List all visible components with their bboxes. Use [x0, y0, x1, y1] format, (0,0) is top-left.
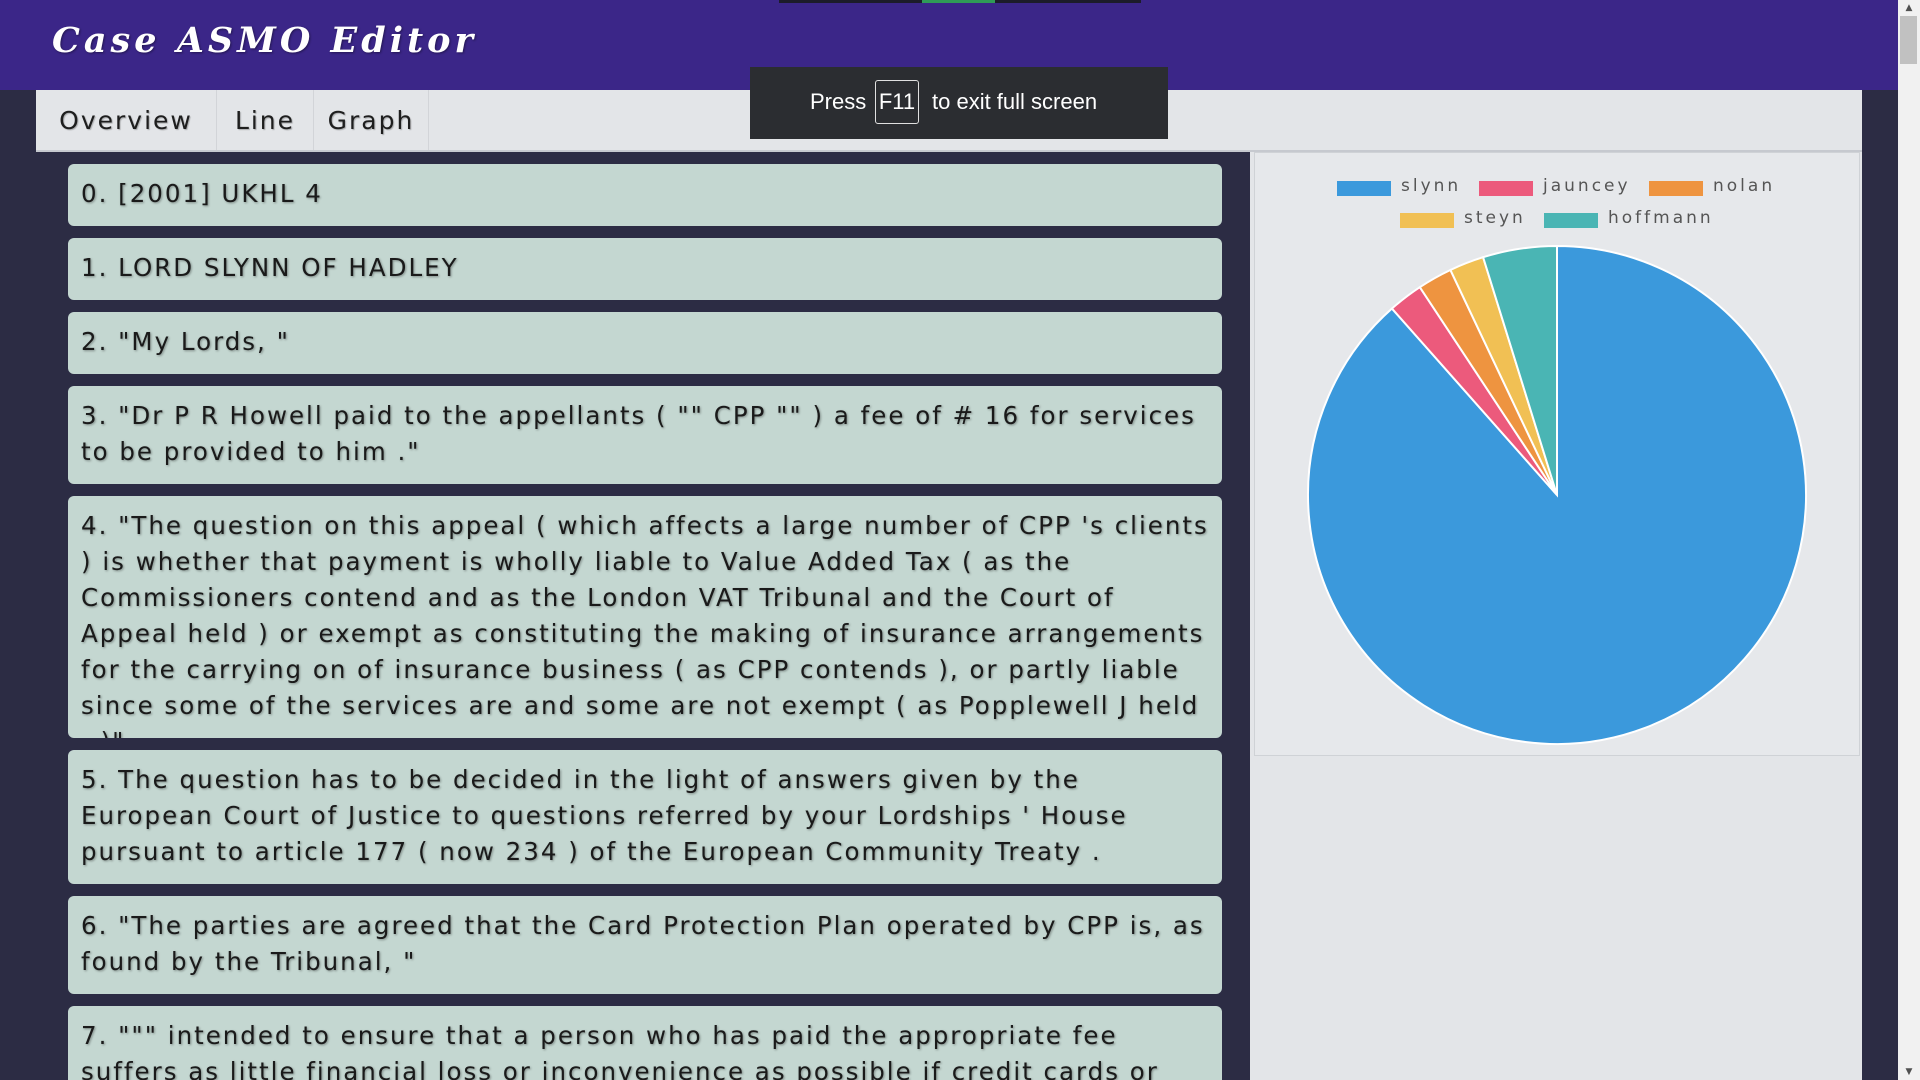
pie-chart	[1307, 244, 1807, 745]
fullscreen-notice-prefix: Press	[810, 89, 867, 114]
main-content: Overview Line Graph 0. [2001] UKHL 4 1. …	[36, 90, 1862, 1080]
scroll-down-arrow-icon[interactable]: ▼	[1898, 1064, 1920, 1080]
line-item[interactable]: 7. """ intended to ensure that a person …	[68, 1006, 1222, 1080]
scroll-thumb[interactable]	[1900, 16, 1917, 64]
line-item[interactable]: 0. [2001] UKHL 4	[68, 164, 1222, 226]
line-item[interactable]: 1. LORD SLYNN OF HADLEY	[68, 238, 1222, 300]
line-item[interactable]: 6. "The parties are agreed that the Card…	[68, 896, 1222, 994]
line-item[interactable]: 3. "Dr P R Howell paid to the appellants…	[68, 386, 1222, 484]
top-indicator-active-segment	[922, 0, 995, 3]
app-title: Case ASMO Editor	[52, 20, 477, 61]
pie-chart-panel: slynn jauncey nolan steyn hoffmann	[1254, 152, 1860, 756]
fullscreen-notice: Press F11 to exit full screen	[750, 67, 1168, 139]
tab-overview[interactable]: Overview	[36, 90, 217, 150]
line-item[interactable]: 5. The question has to be decided in the…	[68, 750, 1222, 884]
line-item[interactable]: 4. "The question on this appeal ( which …	[68, 496, 1222, 738]
scroll-up-arrow-icon[interactable]: ▲	[1898, 0, 1920, 16]
line-item[interactable]: 2. "My Lords, "	[68, 312, 1222, 374]
page-scrollbar[interactable]: ▲ ▼	[1898, 0, 1920, 1080]
tab-line[interactable]: Line	[217, 90, 314, 150]
fullscreen-notice-suffix: to exit full screen	[932, 89, 1098, 114]
tab-graph[interactable]: Graph	[314, 90, 429, 150]
line-list[interactable]: 0. [2001] UKHL 4 1. LORD SLYNN OF HADLEY…	[36, 152, 1250, 1080]
f11-key-badge: F11	[875, 80, 919, 124]
top-indicator-bar	[779, 0, 1141, 3]
